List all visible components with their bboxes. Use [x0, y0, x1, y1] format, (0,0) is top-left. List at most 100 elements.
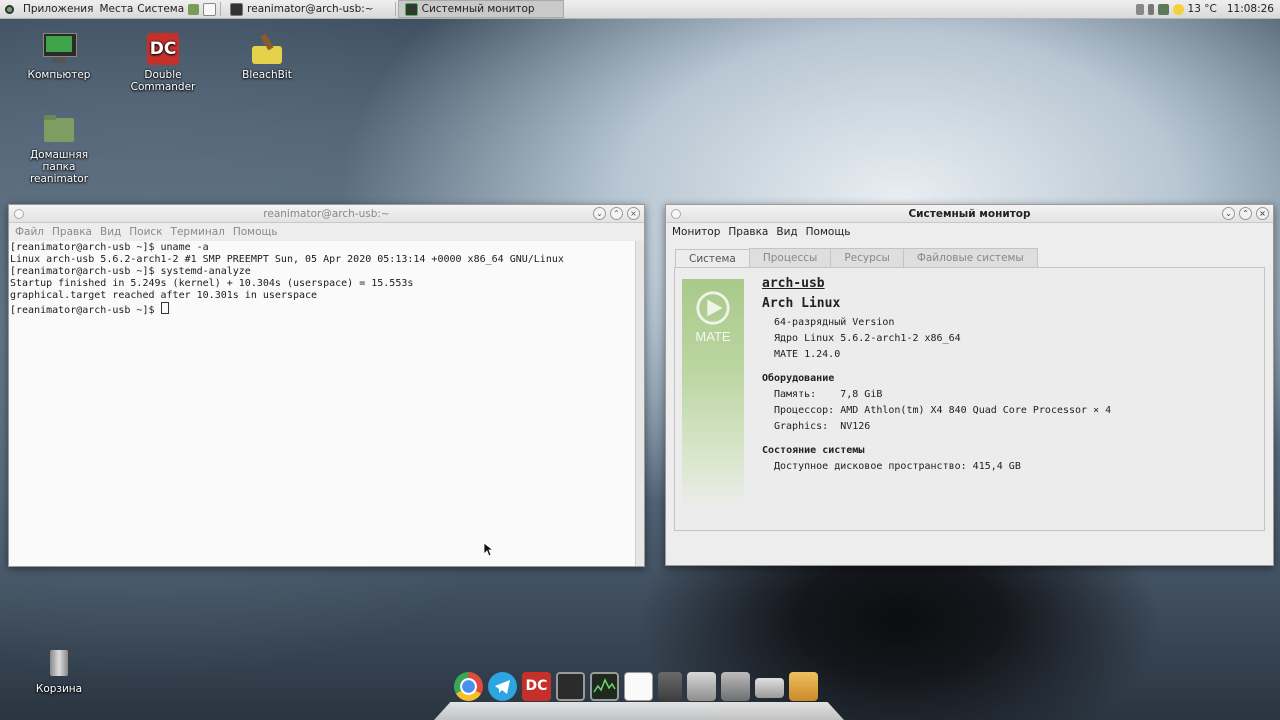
terminal-menubar: Файл Правка Вид Поиск Терминал Помощь	[9, 223, 644, 241]
window-menu-icon[interactable]	[14, 209, 24, 219]
window-title: reanimator@arch-usb:~	[263, 207, 390, 220]
window-menu-icon[interactable]	[671, 209, 681, 219]
system-monitor-icon[interactable]	[590, 672, 619, 701]
tab-system[interactable]: Система	[675, 249, 750, 268]
version-info: 64-разрядный Version	[774, 317, 895, 328]
close-icon[interactable]: ×	[1256, 207, 1269, 220]
mate-version: MATE 1.24.0	[774, 349, 841, 360]
network-icon[interactable]	[1157, 3, 1169, 15]
maximize-icon[interactable]: ⌃	[1239, 207, 1252, 220]
hardware-heading: Оборудование	[762, 373, 835, 384]
menu-places[interactable]: Места	[97, 0, 135, 18]
desktop-icon-home[interactable]: Домашняя папка reanimator	[14, 112, 104, 185]
sysmon-titlebar[interactable]: Системный монитор ⌄ ⌃ ×	[666, 205, 1273, 223]
desktop-icon-label: Корзина	[35, 683, 83, 695]
tab-resources[interactable]: Ресурсы	[830, 248, 904, 267]
computer-icon	[42, 32, 77, 66]
sysmon-menubar: Монитор Правка Вид Помощь	[666, 223, 1273, 241]
double-commander-icon: DC	[146, 32, 180, 66]
file-manager-launcher-icon[interactable]	[188, 3, 200, 15]
package-icon[interactable]	[789, 672, 818, 701]
chromium-icon[interactable]	[454, 672, 483, 701]
terminal-icon	[230, 2, 244, 16]
tab-processes[interactable]: Процессы	[748, 248, 832, 267]
terminal-line: [reanimator@arch-usb ~]$ systemd-analyze	[10, 266, 251, 277]
menu-monitor[interactable]: Монитор	[668, 226, 724, 238]
sysmon-tabs: Система Процессы Ресурсы Файловые систем…	[675, 248, 1038, 268]
menu-edit[interactable]: Правка	[48, 226, 96, 238]
distro-name: Arch Linux	[762, 296, 841, 311]
telegram-icon[interactable]	[488, 672, 517, 701]
clock[interactable]: 11:08:26	[1227, 3, 1274, 15]
menu-system[interactable]: Система	[135, 0, 186, 18]
menu-terminal[interactable]: Терминал	[167, 226, 229, 238]
memory-info: Память: 7,8 GiB	[774, 389, 883, 400]
terminal-output[interactable]: [reanimator@arch-usb ~]$ uname -a Linux …	[9, 241, 636, 566]
menu-help[interactable]: Помощь	[802, 226, 855, 238]
terminal-titlebar[interactable]: reanimator@arch-usb:~ ⌄ ⌃ ×	[9, 205, 644, 223]
trash-icon	[42, 646, 76, 680]
mate-logo-text: MATE	[695, 329, 731, 344]
screenshot-icon[interactable]	[687, 672, 716, 701]
kernel-info: Ядро Linux 5.6.2-arch1-2 x86_64	[774, 333, 961, 344]
taskbar-terminal[interactable]: reanimator@arch-usb:~	[223, 0, 380, 18]
menu-view[interactable]: Вид	[772, 226, 801, 238]
desktop-icon-double-commander[interactable]: DC Double Commander	[118, 32, 208, 93]
top-panel: Приложения Места Система reanimator@arch…	[0, 0, 1280, 19]
system-monitor-icon	[404, 2, 418, 16]
disk-info: Доступное дисковое пространство: 415,4 G…	[774, 461, 1021, 472]
hostname: arch-usb	[762, 276, 825, 291]
bleachbit-icon	[250, 32, 284, 66]
terminal-scrollbar[interactable]	[635, 241, 644, 566]
tab-filesystems[interactable]: Файловые системы	[902, 248, 1038, 267]
menu-search[interactable]: Поиск	[125, 226, 166, 238]
menu-help[interactable]: Помощь	[229, 226, 282, 238]
graphics-info: Graphics: NV126	[774, 421, 871, 432]
status-heading: Состояние системы	[762, 445, 865, 456]
mate-banner: MATE	[682, 279, 744, 509]
weather-temperature[interactable]: 13 °C	[1188, 3, 1217, 15]
minimize-icon[interactable]: ⌄	[1222, 207, 1235, 220]
desktop-icon-bleachbit[interactable]: BleachBit	[222, 32, 312, 81]
maximize-icon[interactable]: ⌃	[610, 207, 623, 220]
home-folder-icon	[42, 112, 76, 146]
dock-shelf	[434, 702, 844, 720]
cpu-info: Процессор: AMD Athlon(tm) X4 840 Quad Co…	[774, 405, 1112, 416]
minimize-icon[interactable]: ⌄	[593, 207, 606, 220]
taskbar-system-monitor[interactable]: Системный монитор	[397, 0, 564, 18]
volume-icon[interactable]	[1135, 3, 1144, 15]
double-commander-icon[interactable]: DC	[522, 672, 551, 701]
desktop-icon-label: Double Commander	[130, 69, 196, 93]
terminal-cursor	[160, 302, 169, 314]
desktop-icon-computer[interactable]: Компьютер	[14, 32, 104, 81]
system-tray: 13 °C 11:08:26	[1135, 3, 1280, 15]
terminal-line: Linux arch-usb 5.6.2-arch1-2 #1 SMP PREE…	[10, 254, 564, 265]
battery-icon[interactable]	[1147, 3, 1154, 15]
menu-edit[interactable]: Правка	[724, 226, 772, 238]
terminal-line: graphical.target reached after 10.301s i…	[10, 290, 318, 301]
terminal-line: [reanimator@arch-usb ~]$ uname -a	[10, 242, 209, 253]
mate-logo-icon	[696, 291, 730, 325]
terminal-icon[interactable]	[556, 672, 585, 701]
calculator-icon[interactable]	[658, 672, 682, 701]
system-tab-panel: MATE arch-usb Arch Linux 64-разрядный Ve…	[674, 267, 1265, 531]
weather-sun-icon	[1172, 3, 1184, 15]
close-icon[interactable]: ×	[627, 207, 640, 220]
window-title: Системный монитор	[908, 207, 1031, 220]
menu-file[interactable]: Файл	[11, 226, 48, 238]
disk-usage-icon[interactable]	[721, 672, 750, 701]
system-info: arch-usb Arch Linux 64-разрядный Version…	[762, 276, 1111, 475]
mouse-pointer-icon	[484, 543, 494, 557]
menu-logo-icon[interactable]	[0, 0, 19, 18]
task-label: reanimator@arch-usb:~	[247, 3, 374, 15]
disks-icon[interactable]	[755, 678, 784, 698]
terminal-line: Startup finished in 5.249s (kernel) + 10…	[10, 278, 414, 289]
text-editor-icon[interactable]	[624, 672, 653, 701]
menu-view[interactable]: Вид	[96, 226, 125, 238]
task-label: Системный монитор	[421, 3, 535, 15]
dock: DC	[434, 668, 844, 720]
text-editor-launcher-icon[interactable]	[203, 2, 217, 16]
desktop-icon-label: Домашняя папка reanimator	[29, 149, 89, 185]
desktop-icon-trash[interactable]: Корзина	[14, 646, 104, 695]
menu-applications[interactable]: Приложения	[19, 0, 97, 18]
